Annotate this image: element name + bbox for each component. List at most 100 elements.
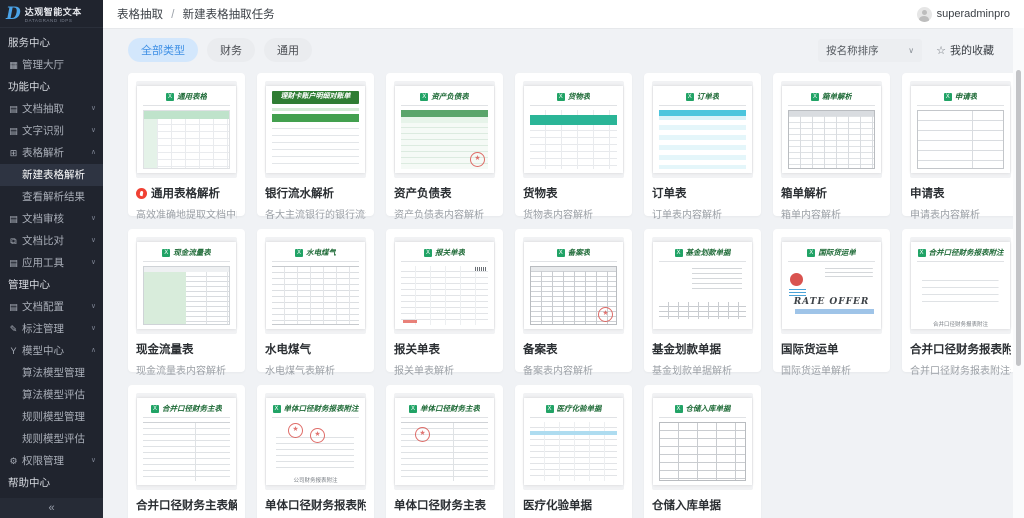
favorites-label: 我的收藏 <box>950 45 994 57</box>
copy-icon: ⧉ <box>10 236 17 246</box>
sort-dropdown[interactable]: 按名称排序 ∨ <box>818 38 923 62</box>
thumbnail-title: 合并口径财务报表附注 <box>928 248 1004 257</box>
freight-band <box>795 309 874 314</box>
card-thumbnail: X理财卡账户明细对账单 <box>265 81 366 178</box>
template-card[interactable]: X医疗化验单据医疗化验单据医疗化验单据解析 <box>515 385 632 518</box>
card-title-row: 备案表 <box>523 341 624 357</box>
template-card[interactable]: X资产负债表资产负债表资产负债表内容解析 <box>386 73 503 221</box>
card-subtitle: 箱单内容解析 <box>781 210 841 221</box>
excel-icon: X <box>409 404 417 413</box>
freight-logo-icon <box>790 273 803 286</box>
sidebar-item[interactable]: ▤ 文档抽取 ∨ <box>0 98 103 120</box>
sidebar-item[interactable]: ⧉ 文档比对 ∨ <box>0 230 103 252</box>
favorites-button[interactable]: ☆ 我的收藏 <box>936 42 994 58</box>
card-title-row: 资产负债表 <box>394 185 495 201</box>
template-card[interactable]: X 报关单表 报关单表 报关单表解析 <box>386 229 503 377</box>
card-title: 箱单解析 <box>781 188 827 200</box>
sidebar-item[interactable]: ⊞ 表格解析 ∧ <box>0 142 103 164</box>
thumbnail-header: X 现金流量表 <box>143 247 230 262</box>
template-card[interactable]: X 货物表 货物表 货物表内容解析 <box>515 73 632 221</box>
sidebar-item[interactable]: Y 模型中心 ∧ <box>0 340 103 362</box>
template-card[interactable]: X备案表备案表备案表内容解析 <box>515 229 632 377</box>
template-card[interactable]: X单体口径财务主表单体口径财务主表单体口径财务主表 <box>386 385 503 518</box>
thumbnail-header: X 仓储入库单据 <box>659 403 746 418</box>
document-icon: ▤ <box>9 104 18 114</box>
sidebar-subitem[interactable]: 规则模型评估 <box>0 428 103 450</box>
thumbnail-table <box>530 422 617 481</box>
thumbnail-title: 货物表 <box>567 92 591 101</box>
sidebar-section-label: 管理中心 <box>8 279 50 291</box>
tab-filter[interactable]: 财务 <box>207 38 255 62</box>
template-card[interactable]: X 水电煤气 水电煤气 水电煤气表解析 <box>257 229 374 377</box>
template-card[interactable]: X合并口径财务主表合并口径财务主表解析合并口径财务主表解析 <box>128 385 245 518</box>
template-card[interactable]: X合并口径财务报表附注合并口径财务报表附注合并口径财务报表附注合并口径财务报表附… <box>902 229 1019 377</box>
template-card[interactable]: X 订单表 订单表 订单表内容解析 <box>644 73 761 221</box>
excel-icon: X <box>685 92 694 101</box>
document-icon: ▤ <box>9 214 18 224</box>
tab-filter[interactable]: 通用 <box>264 38 312 62</box>
thumbnail-title: 仓储入库单据 <box>685 404 731 413</box>
thumbnail-table <box>917 266 1004 325</box>
document-icon: ▤ <box>9 126 18 136</box>
excel-icon: X <box>295 248 303 257</box>
breadcrumb-section[interactable]: 表格抽取 <box>117 9 163 21</box>
card-subtitle: 现金流量表内容解析 <box>136 366 226 377</box>
sidebar-item[interactable]: ▤ 文字识别 ∨ <box>0 120 103 142</box>
template-card[interactable]: X单体口径财务报表附注公司财务报表附注单体口径财务报表附注单体口径财务报表附注表… <box>257 385 374 518</box>
card-title-row: 合并口径财务报表附注 <box>910 341 1011 357</box>
sidebar-subitem[interactable]: 规则模型管理 <box>0 406 103 428</box>
tab-filter[interactable]: 全部类型 <box>128 38 198 62</box>
thumbnail-header: X 基金划款单据 <box>659 247 746 262</box>
thumbnail-table <box>530 110 617 169</box>
sidebar-subitem[interactable]: 算法模型评估 <box>0 384 103 406</box>
thumbnail-header: X 报关单表 <box>401 247 488 262</box>
chevron-down-icon: ∨ <box>90 457 96 464</box>
template-card[interactable]: X 箱单解析 箱单解析 箱单内容解析 <box>773 73 890 221</box>
thumbnail-page: X 合并口径财务报表附注 合并口径财务报表附注 <box>911 242 1010 329</box>
thumbnail-header: X 货物表 <box>530 91 617 106</box>
template-card[interactable]: X 申请表 申请表 申请表内容解析 <box>902 73 1019 221</box>
chevron-up-icon: ∧ <box>90 149 96 156</box>
logo-subtitle: DATAGRAND IDPS <box>24 17 73 23</box>
card-thumbnail: X 通用表格 <box>136 81 237 178</box>
card-title-row: 水电煤气 <box>265 341 366 357</box>
type-filter-tabs: 全部类型 财务 通用 <box>128 38 312 62</box>
thumbnail-title: 通用表格 <box>177 92 207 101</box>
sidebar-subitem[interactable]: 算法模型管理 <box>0 362 103 384</box>
sidebar-subitem[interactable]: 查看解析结果 <box>0 186 103 208</box>
sidebar-collapse-button[interactable]: « <box>0 498 103 518</box>
sidebar-nav: 服务中心 ▦ 管理大厅 功能中心 ▤ 文档抽取 ∨ ▤ 文字识别 ∨ ⊞ 表格解析 ∧ 新建表格解析 查看解… <box>0 28 103 498</box>
gear-icon: ⚙ <box>9 456 18 466</box>
sidebar-subitem[interactable]: 新建表格解析 <box>0 164 103 186</box>
template-card[interactable]: X理财卡账户明细对账单银行流水解析各大主流银行的银行流水解析 <box>257 73 374 221</box>
sidebar-item[interactable]: ▤ 文档配置 ∨ <box>0 296 103 318</box>
chevron-down-icon: ∨ <box>90 127 96 134</box>
template-card[interactable]: X 国际货运单 RATE OFFER 国际货运单 国际货运单解析 <box>773 229 890 377</box>
template-card[interactable]: X通用表格通用表格解析高效准确地提取文档中的表格元素 <box>128 73 245 221</box>
breadcrumb: 表格抽取 / 新建表格抽取任务 <box>117 6 275 22</box>
user-menu[interactable]: superadminpro <box>916 6 1010 22</box>
sidebar-item-label: 应用工具 <box>22 257 64 269</box>
card-subtitle: 申请表内容解析 <box>910 210 980 221</box>
thumbnail-title: 现金流量表 <box>173 248 211 257</box>
card-subtitle: 水电煤气表解析 <box>265 366 335 377</box>
chevron-down-icon: ∨ <box>90 215 96 222</box>
template-card[interactable]: X 现金流量表 现金流量表现金流量表内容解析 <box>128 229 245 377</box>
sidebar-item-label: 文档抽取 <box>22 103 64 115</box>
card-title: 合并口径财务主表解析 <box>136 500 237 512</box>
excel-icon: X <box>917 248 926 257</box>
template-card[interactable]: X 基金划款单据 基金划款单据 基金划款单据解析 <box>644 229 761 377</box>
thumbnail-table <box>659 266 746 325</box>
card-thumbnail: X 备案表 <box>523 237 624 334</box>
stamp-icon <box>310 428 325 443</box>
sidebar-item[interactable]: ✎ 标注管理 ∨ <box>0 318 103 340</box>
template-card[interactable]: X仓储入库单据仓储入库单据仓储入库单据解析 <box>644 385 761 518</box>
sidebar-item[interactable]: ▤ 文档审核 ∨ <box>0 208 103 230</box>
thumbnail-page: X单体口径财务报表附注公司财务报表附注 <box>266 398 365 485</box>
sidebar-item[interactable]: ⚙ 权限管理 ∨ <box>0 450 103 472</box>
thumbnail-title: 基金划款单据 <box>685 248 731 257</box>
scrollbar-thumb[interactable] <box>1016 70 1021 366</box>
sidebar-item[interactable]: ▤ 应用工具 ∨ <box>0 252 103 274</box>
sidebar-item[interactable]: ▦ 管理大厅 <box>0 54 103 76</box>
card-title: 国际货运单 <box>781 344 839 356</box>
